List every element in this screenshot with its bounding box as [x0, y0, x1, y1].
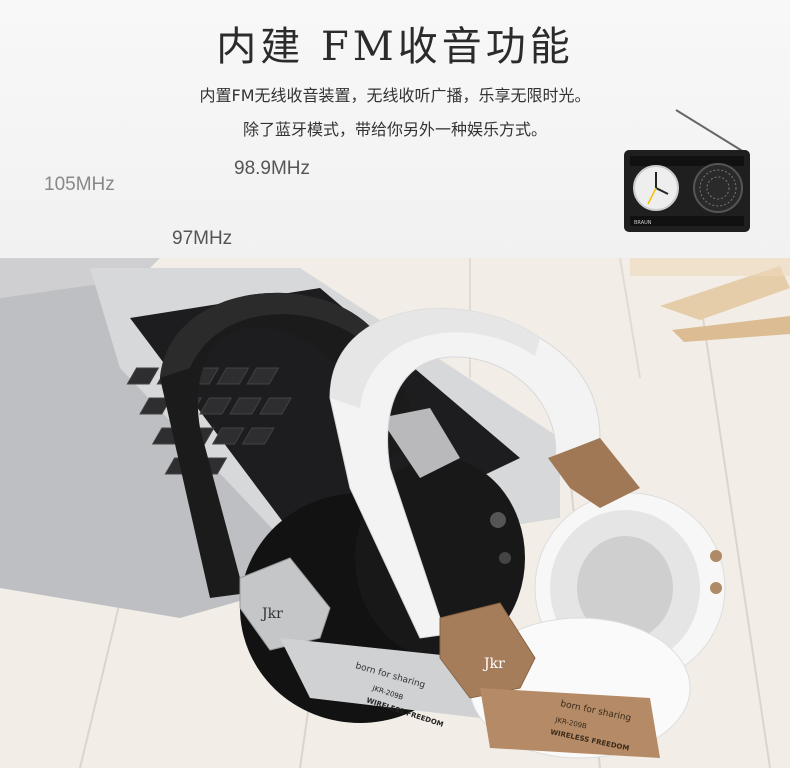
frequency-label-98-9: 98.9MHz	[234, 158, 311, 179]
product-photo: Jkr born for sharing Jkr born for sharin…	[0, 258, 790, 768]
frequency-label-105: 105MHz	[44, 174, 115, 195]
feature-banner: 内建 FM收音功能 内置FM无线收音装置，无线收听广播，乐享无限时光。 除了蓝牙…	[0, 0, 790, 258]
feature-description-line1: 内置FM无线收音装置，无线收听广播，乐享无限时光。	[199, 86, 591, 105]
frequency-label-97: 97MHz	[172, 228, 233, 249]
radio-brand-label: BRAUN	[634, 220, 652, 226]
feature-title: 内建 FM收音功能	[216, 24, 574, 70]
white-headphone-logo: Jkr	[482, 656, 505, 672]
speaker-grille-icon	[693, 163, 743, 213]
black-headphone-logo: Jkr	[260, 606, 283, 622]
radio-illustration: BRAUN	[624, 109, 750, 232]
